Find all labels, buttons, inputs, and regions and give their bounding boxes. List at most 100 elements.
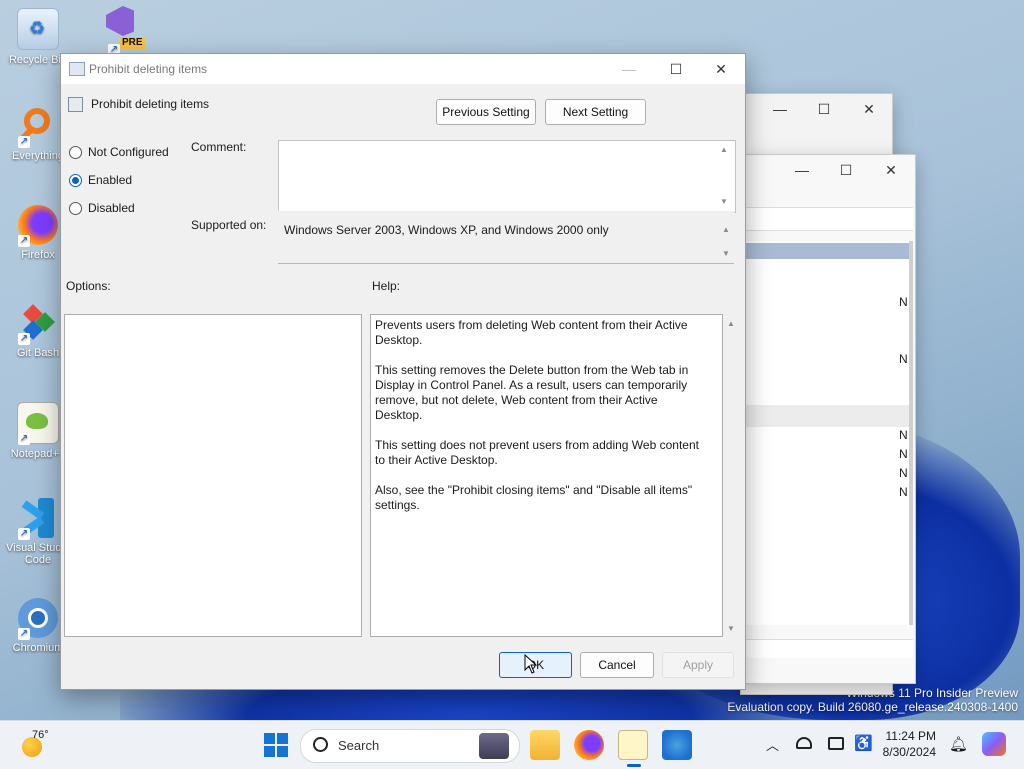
copilot-preview-icon[interactable] <box>982 732 1006 756</box>
mouse-cursor-icon <box>524 654 538 674</box>
dialog-titlebar[interactable]: Prohibit deleting items — ☐ ✕ <box>61 54 745 84</box>
windows-logo-icon <box>264 733 275 744</box>
radio-label: Disabled <box>88 201 135 215</box>
radio-circle[interactable] <box>69 145 82 159</box>
minimize-icon[interactable]: — <box>757 94 803 124</box>
scroll-up-icon[interactable]: ▲ <box>722 225 730 234</box>
everything-icon: ↗ <box>18 106 58 148</box>
radio-circle[interactable] <box>69 201 82 215</box>
list-row-letter: N <box>899 466 908 480</box>
supported-on-text: Windows Server 2003, Windows XP, and Win… <box>284 223 609 237</box>
list-row-letter: N <box>899 428 908 442</box>
taskbar-file-explorer-icon[interactable] <box>530 730 560 760</box>
weather-widget[interactable]: 76° <box>18 727 58 763</box>
chromium-icon: ↗ <box>18 598 58 640</box>
close-icon[interactable]: ✕ <box>868 155 914 185</box>
help-paragraph: This setting removes the Delete button f… <box>375 363 689 422</box>
selected-list-row[interactable] <box>745 243 909 259</box>
network-offline-icon[interactable] <box>796 737 812 749</box>
list-row-letter: N <box>899 295 908 309</box>
radio-disabled[interactable]: Disabled <box>69 199 135 217</box>
next-setting-button[interactable]: Next Setting <box>545 99 646 125</box>
help-label: Help: <box>372 279 401 293</box>
shortcut-arrow-icon: ↗ <box>18 333 30 345</box>
maximize-icon[interactable]: ☐ <box>801 94 847 124</box>
apply-button[interactable]: Apply <box>662 652 734 678</box>
clock-time: 11:24 PM <box>885 729 936 743</box>
weather-temp: 76° <box>32 729 49 741</box>
vertical-scrollbar[interactable] <box>909 241 913 625</box>
display-icon[interactable] <box>828 737 844 750</box>
list-row-letter: N <box>899 485 908 499</box>
taskbar: 76° Search ︿ ♿ 11:24 PM 8/30/2024 🔔︎ <box>0 720 1024 769</box>
taskbar-app-icon[interactable] <box>662 730 692 760</box>
scroll-up-icon[interactable]: ▲ <box>720 145 728 154</box>
policy-icon <box>68 97 83 112</box>
accessibility-icon[interactable]: ♿ <box>854 734 873 752</box>
background-window-front[interactable]: — ☐ ✕ N N N N N N <box>744 154 916 684</box>
help-content: Prevents users from deleting Web content… <box>375 318 705 528</box>
minimize-icon[interactable]: — <box>779 155 825 185</box>
help-paragraph: Also, see the "Prohibit closing items" a… <box>375 483 693 512</box>
help-paragraph: This setting does not prevent users from… <box>375 438 699 467</box>
desktop-icon-visual-studio-preview[interactable]: PRE ↗ <box>82 4 154 56</box>
taskbar-notepad-icon[interactable] <box>618 730 648 767</box>
shortcut-arrow-icon: ↗ <box>18 528 30 540</box>
clock-date: 8/30/2024 <box>882 745 936 759</box>
shortcut-arrow-icon: ↗ <box>18 628 30 640</box>
start-button[interactable] <box>264 733 288 757</box>
list-row-letter: N <box>899 352 908 366</box>
maximize-icon[interactable]: ☐ <box>653 54 699 84</box>
comment-field[interactable]: ▲ ▼ <box>278 140 736 213</box>
git-bash-icon: ↗ <box>18 303 58 345</box>
search-placeholder: Search <box>338 738 380 753</box>
taskbar-firefox-icon[interactable] <box>574 730 604 760</box>
clock[interactable]: 11:24 PM 8/30/2024 <box>880 728 936 760</box>
firefox-icon: ↗ <box>18 205 58 247</box>
help-paragraph: Prevents users from deleting Web content… <box>375 318 688 347</box>
notification-bell-icon[interactable]: 🔔︎ <box>949 735 968 753</box>
options-label: Options: <box>66 279 111 293</box>
shortcut-arrow-icon: ↗ <box>18 235 30 247</box>
list-separator-band <box>745 405 909 427</box>
radio-not-configured[interactable]: Not Configured <box>69 143 169 161</box>
options-panel[interactable] <box>64 314 362 637</box>
supported-on-field: Windows Server 2003, Windows XP, and Win… <box>278 211 734 264</box>
policy-title: Prohibit deleting items <box>91 97 210 111</box>
shortcut-arrow-icon: ↗ <box>18 136 30 148</box>
address-bar[interactable] <box>745 207 913 231</box>
close-icon[interactable]: ✕ <box>846 94 892 124</box>
comment-label: Comment: <box>191 140 247 154</box>
previous-setting-button[interactable]: Previous Setting <box>436 99 536 125</box>
vscode-icon: ↗ <box>18 498 58 540</box>
radio-circle-selected[interactable] <box>69 173 82 187</box>
supported-on-label: Supported on: <box>191 218 267 232</box>
close-icon[interactable]: ✕ <box>698 54 744 84</box>
policy-setting-dialog[interactable]: Prohibit deleting items — ☐ ✕ Prohibit d… <box>60 53 746 690</box>
radio-label: Enabled <box>88 173 133 187</box>
scroll-down-icon[interactable]: ▼ <box>720 197 728 206</box>
scroll-down-icon[interactable]: ▼ <box>727 624 735 633</box>
search-icon <box>313 737 328 752</box>
scroll-up-icon[interactable]: ▲ <box>727 319 735 328</box>
watermark-line-2: Evaluation copy. Build 26080.ge_release.… <box>727 700 1018 714</box>
policy-window-icon <box>69 62 85 76</box>
show-hidden-icons-chevron-icon[interactable]: ︿ <box>766 735 779 754</box>
list-panel[interactable]: N N N N N N <box>745 241 913 625</box>
help-panel[interactable]: Prevents users from deleting Web content… <box>370 314 723 637</box>
active-indicator <box>627 764 641 767</box>
radio-enabled[interactable]: Enabled <box>69 171 132 189</box>
cancel-button[interactable]: Cancel <box>580 652 654 678</box>
status-area <box>745 639 913 658</box>
recycle-bin-icon: ♻ <box>17 8 59 50</box>
radio-label: Not Configured <box>88 145 169 159</box>
visual-studio-icon: PRE ↗ <box>98 4 145 56</box>
search-highlight-icon <box>479 733 509 759</box>
maximize-icon[interactable]: ☐ <box>823 155 869 185</box>
scroll-down-icon[interactable]: ▼ <box>722 249 730 258</box>
minimize-icon[interactable]: — <box>606 54 652 84</box>
window-title: Prohibit deleting items <box>89 62 208 76</box>
notepadpp-icon: ↗ <box>17 402 59 445</box>
shortcut-arrow-icon: ↗ <box>18 433 30 445</box>
search-box[interactable]: Search <box>300 729 520 763</box>
